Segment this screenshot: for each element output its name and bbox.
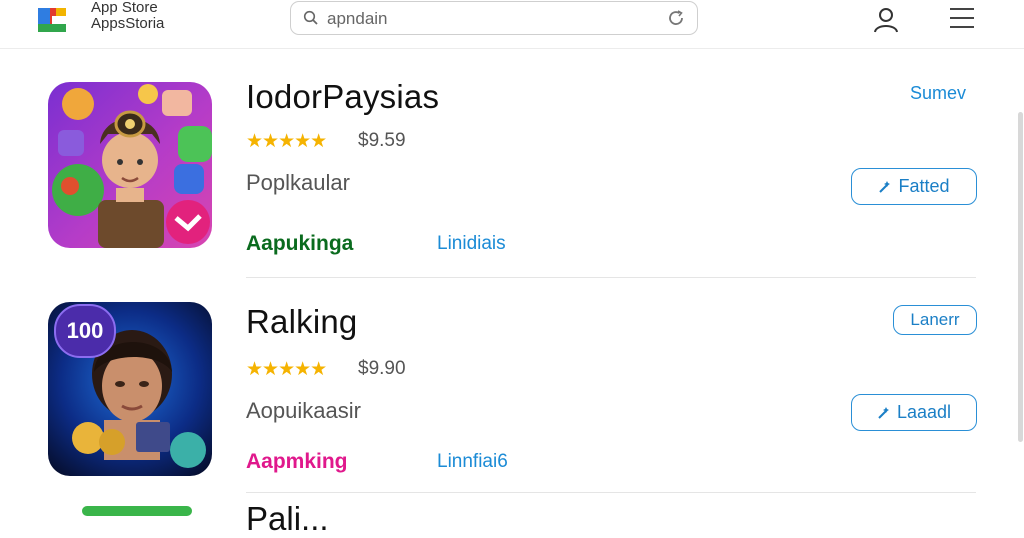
app-thumbnail-1[interactable] [48, 82, 212, 248]
brand-line-2: AppsStoria [91, 15, 165, 32]
row-divider [246, 277, 976, 278]
get-button-label: Fatted [898, 176, 950, 196]
wand-icon [878, 406, 889, 419]
search-bar[interactable] [290, 1, 698, 35]
search-icon [303, 10, 318, 25]
row-divider [246, 492, 976, 493]
learn-button[interactable]: Lanerr [893, 305, 977, 335]
app-category: Aopuikaasir [246, 398, 361, 423]
brand-line-1: App Store [91, 0, 158, 16]
app-title[interactable]: Ralking [246, 303, 357, 341]
wand-icon [879, 180, 891, 193]
refresh-icon[interactable] [667, 9, 685, 27]
app-store-logo-icon[interactable] [32, 2, 72, 38]
app-price: $9.59 [358, 130, 406, 151]
star-rating: ★★★★★ [246, 131, 327, 152]
rank-badge-text: 100 [66, 318, 104, 343]
learn-button-label: Lanerr [910, 310, 960, 329]
get-button-label: Laaadl [896, 402, 952, 422]
app-title-partial[interactable]: Pali... [246, 500, 329, 538]
app-art-character-icon [52, 84, 212, 248]
see-more-link[interactable]: Sumev [910, 83, 966, 104]
app-title[interactable]: IodorPaysias [246, 78, 439, 116]
app-developer-tag[interactable]: Aapmking [246, 450, 348, 474]
rank-badge: 100 [54, 304, 116, 358]
menu-icon[interactable] [948, 6, 976, 30]
user-icon[interactable] [872, 5, 900, 33]
star-rating: ★★★★★ [246, 359, 327, 380]
app-thumbnail-2[interactable]: 100 [48, 302, 212, 476]
app-secondary-link[interactable]: Linnfiai6 [437, 451, 508, 473]
search-input[interactable] [325, 6, 649, 32]
top-bar: App Store AppsStoria [0, 0, 1024, 49]
app-price: $9.90 [358, 358, 406, 379]
app-secondary-link[interactable]: Linidiais [437, 233, 506, 255]
get-button[interactable]: Laaadl [851, 394, 977, 431]
scrollbar[interactable] [1018, 112, 1023, 442]
app-developer-tag[interactable]: Aapukinga [246, 232, 353, 256]
get-button[interactable]: Fatted [851, 168, 977, 205]
brand-name: App Store AppsStoria [91, 0, 164, 32]
app-category: Poplkaular [246, 170, 350, 195]
app-thumbnail-3-partial[interactable] [82, 506, 192, 516]
